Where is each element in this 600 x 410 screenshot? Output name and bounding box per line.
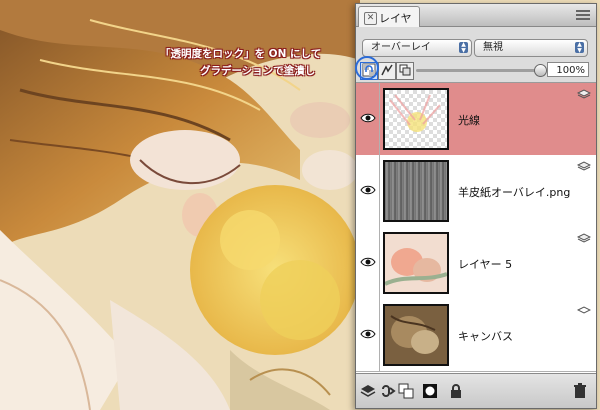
- layer-list: 光線 羊皮紙オーバレイ.png レイヤー 5 キャンバス: [356, 83, 596, 373]
- row-divider: [379, 155, 380, 227]
- lock-all-button[interactable]: [396, 62, 414, 80]
- layer-name: レイヤー 5: [458, 258, 513, 271]
- close-icon[interactable]: ✕: [364, 12, 377, 25]
- layer-stack-icon: [577, 233, 591, 243]
- layer-stack-icon: [577, 161, 591, 171]
- chevron-updown-icon: ▲ ▼: [575, 42, 584, 53]
- opacity-slider-knob[interactable]: [534, 64, 547, 77]
- layer-group-icon[interactable]: [360, 383, 376, 399]
- layer-mask-icon[interactable]: [422, 383, 438, 399]
- blend-mode-value: オーバーレイ: [371, 42, 431, 53]
- eye-icon[interactable]: [360, 111, 376, 125]
- eye-icon[interactable]: [360, 183, 376, 197]
- row-divider: [379, 227, 380, 299]
- layer-row[interactable]: 羊皮紙オーバレイ.png: [356, 155, 596, 228]
- duplicate-layer-icon[interactable]: [398, 383, 414, 399]
- row-divider: [379, 83, 380, 155]
- ignore-select[interactable]: 無視 ▲ ▼: [474, 39, 588, 57]
- trash-icon[interactable]: [572, 383, 588, 399]
- layer-thumbnail: [383, 232, 449, 294]
- row-divider: [379, 299, 380, 371]
- link-layer-icon[interactable]: [380, 383, 396, 399]
- layer-flat-icon: [577, 306, 591, 314]
- lock-all-icon: [399, 64, 411, 76]
- panel-menu-icon[interactable]: [576, 9, 590, 21]
- layer-thumbnail: [383, 88, 449, 150]
- ignore-value: 無視: [483, 42, 503, 53]
- opacity-slider-track[interactable]: [416, 69, 539, 72]
- eye-icon[interactable]: [360, 255, 376, 269]
- chevron-updown-icon: ▲ ▼: [459, 42, 468, 53]
- layers-panel: ✕ レイヤー オーバーレイ ▲▼ 無視 ▲▼: [355, 3, 597, 409]
- highlight-circle: [355, 56, 379, 80]
- layer-thumbnail: [383, 304, 449, 366]
- tab-layers[interactable]: ✕ レイヤー: [358, 6, 420, 41]
- layer-thumbnail: [383, 160, 449, 222]
- layer-stack-icon: [577, 89, 591, 99]
- panel-titlebar: ✕ レイヤー: [356, 4, 596, 41]
- lock-icon[interactable]: [448, 383, 464, 399]
- panel-bottom-toolbar: [356, 373, 596, 408]
- lock-pixels-icon: [381, 64, 393, 76]
- lock-layer-button[interactable]: [378, 62, 396, 80]
- layer-name: 羊皮紙オーバレイ.png: [458, 186, 571, 199]
- annotation-line-2: グラデーションで塗潰し: [200, 65, 316, 77]
- annotation-callout: 「透明度をロック」を ON にして グラデーションで塗潰し: [160, 46, 350, 84]
- layer-name: 光線: [458, 114, 480, 127]
- eye-icon[interactable]: [360, 327, 376, 341]
- layer-name: キャンバス: [458, 330, 513, 343]
- layer-row[interactable]: 光線: [356, 83, 596, 156]
- blend-mode-select[interactable]: オーバーレイ ▲ ▼: [362, 39, 472, 57]
- layer-controls: オーバーレイ ▲ ▼ 無視 ▲ ▼ 100%: [356, 27, 596, 83]
- layer-row[interactable]: レイヤー 5: [356, 227, 596, 300]
- opacity-field[interactable]: 100%: [547, 62, 589, 77]
- layer-row[interactable]: キャンバス: [356, 299, 596, 372]
- annotation-line-1: 「透明度をロック」を ON にして: [160, 48, 322, 60]
